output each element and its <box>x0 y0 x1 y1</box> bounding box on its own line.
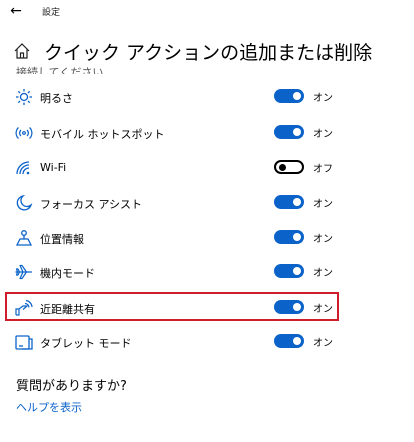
location-toggle[interactable] <box>274 230 304 244</box>
partial-list-item: 接続してください <box>16 66 104 74</box>
quick-action-row-mobile-hotspot: モバイル ホットスポット オン <box>0 118 414 148</box>
brightness-toggle[interactable] <box>274 89 304 103</box>
help-link[interactable]: ヘルプを表示 <box>16 399 82 415</box>
toggle-state: オン <box>313 129 333 140</box>
quick-action-row-focus-assist: フォーカス アシスト オン <box>0 188 414 218</box>
focus-assist-toggle[interactable] <box>274 195 304 209</box>
highlight-box <box>5 292 339 321</box>
quick-actions-list: 接続してください 明るさ オン モバイル ホットスポット オン Wi-Fi オフ… <box>0 64 414 369</box>
toggle-state: オン <box>313 93 333 104</box>
mobile-hotspot-toggle[interactable] <box>274 125 304 139</box>
page-title: クイック アクションの追加または削除 <box>44 42 373 64</box>
tablet-mode-toggle[interactable] <box>274 334 304 348</box>
wifi-toggle[interactable] <box>274 160 304 174</box>
toggle-state: オン <box>313 234 333 245</box>
tablet-mode-icon <box>14 333 34 351</box>
quick-action-row-location: 位置情報 オン <box>0 223 414 253</box>
quick-action-label: フォーカス アシスト <box>40 198 143 211</box>
quick-action-label: 機内モード <box>40 267 95 280</box>
toggle-state: オン <box>313 338 333 349</box>
focus-assist-icon <box>14 194 34 212</box>
quick-action-label: Wi-Fi <box>40 161 67 174</box>
quick-action-row-wifi: Wi-Fi オフ <box>0 153 414 183</box>
quick-action-label: 明るさ <box>40 92 73 105</box>
quick-action-label: タブレット モード <box>40 337 132 350</box>
page-header: クイック アクションの追加または削除 <box>0 36 414 66</box>
quick-action-row-airplane-mode: 機内モード オン <box>0 257 414 287</box>
brightness-icon <box>14 88 34 106</box>
toggle-state: オン <box>313 199 333 210</box>
airplane-mode-toggle[interactable] <box>274 264 304 278</box>
quick-action-label: 位置情報 <box>40 233 84 246</box>
quick-action-row-tablet-mode: タブレット モード オン <box>0 327 414 357</box>
mobile-hotspot-icon <box>14 124 34 142</box>
home-icon[interactable] <box>13 42 31 60</box>
quick-action-label: モバイル ホットスポット <box>40 128 165 141</box>
wifi-icon <box>14 159 34 177</box>
help-question: 質問がありますか? <box>16 379 127 394</box>
quick-action-row-brightness: 明るさ オン <box>0 82 414 112</box>
airplane-mode-icon <box>14 263 34 281</box>
back-button[interactable]: ← <box>6 2 26 20</box>
toggle-state: オフ <box>313 164 333 175</box>
toggle-state: オン <box>313 268 333 279</box>
app-title: 設定 <box>42 8 61 18</box>
title-bar: ← 設定 <box>0 0 414 26</box>
location-icon <box>14 229 34 247</box>
